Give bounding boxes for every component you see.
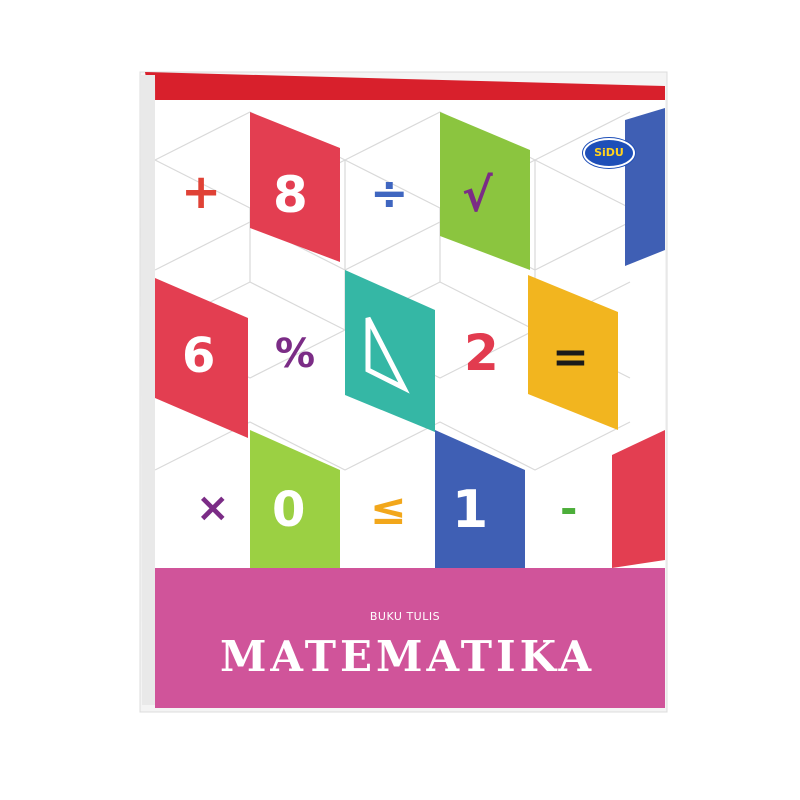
symbol-divide: ÷	[370, 166, 409, 220]
symbol-percent: %	[275, 331, 316, 377]
book-edge	[140, 75, 157, 705]
cover-title: MATEMATIKA	[219, 632, 596, 681]
symbol-minus: -	[560, 484, 578, 533]
brand-logo: SiDU	[583, 138, 635, 168]
symbol-plus: +	[181, 164, 222, 220]
symbol-sqrt: √	[462, 168, 493, 222]
cover-subtitle: BUKU TULIS	[369, 610, 441, 623]
symbol-six: 6	[182, 328, 216, 384]
symbol-times: ×	[196, 485, 230, 531]
symbol-leq: ≤	[370, 484, 407, 535]
symbol-equals: =	[552, 332, 589, 383]
notebook-cover: + 8 ÷ √ 6 % 2 = × 0 ≤ 1 - SiDU BUKU TULI…	[0, 0, 800, 800]
tile-blue-edge-top	[625, 108, 665, 266]
symbol-two: 2	[464, 324, 499, 382]
symbol-eight: 8	[273, 166, 308, 224]
symbol-one: 1	[452, 480, 489, 540]
symbol-zero: 0	[272, 482, 306, 538]
